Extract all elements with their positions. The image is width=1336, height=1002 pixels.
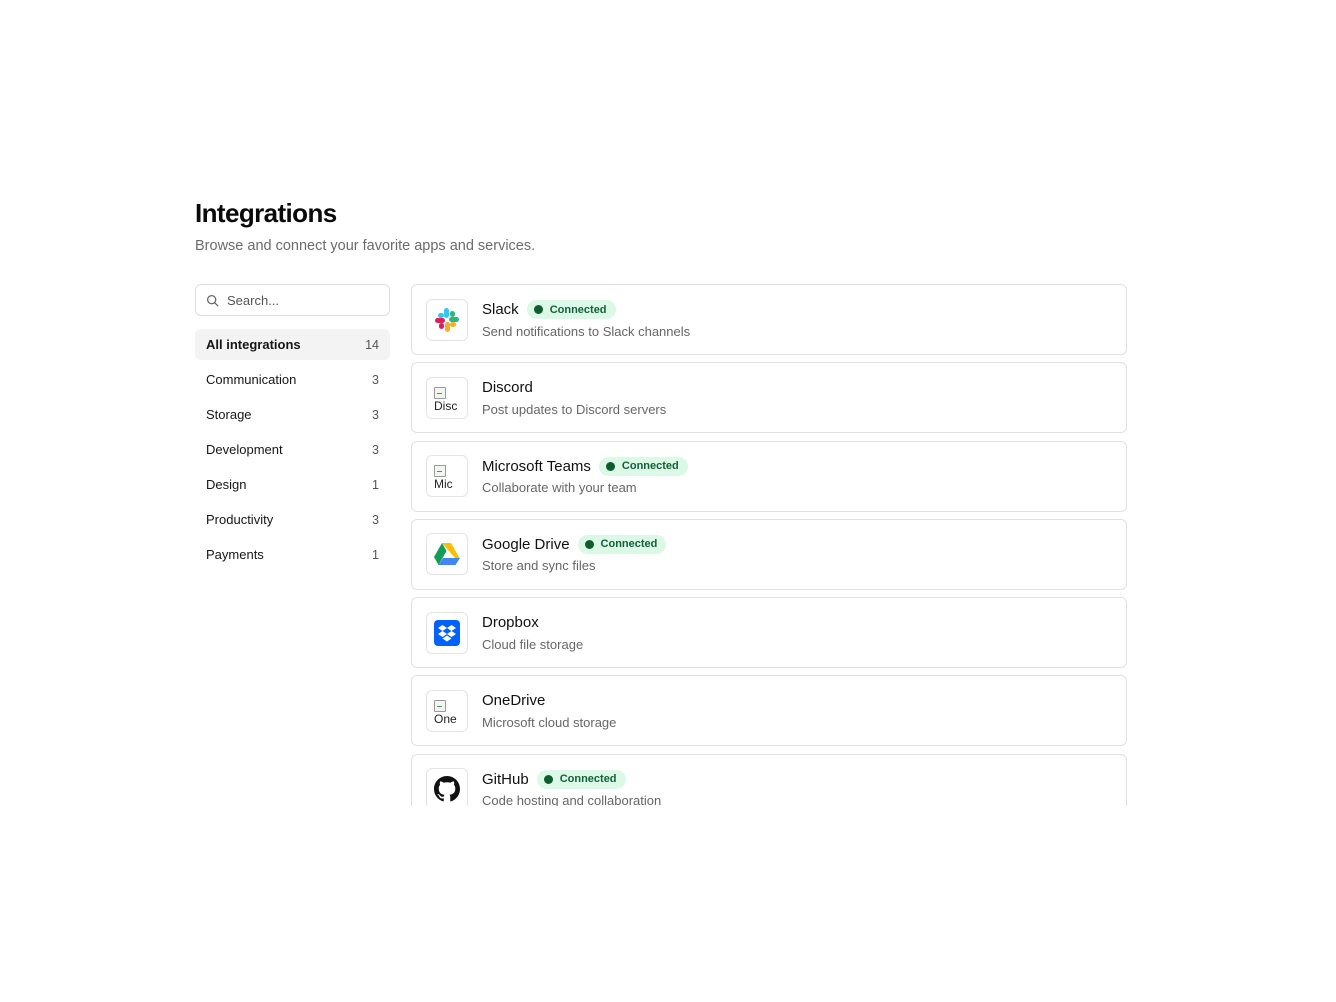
integration-description: Collaborate with your team: [482, 480, 637, 496]
broken-image-icon: One: [434, 698, 460, 724]
status-badge: Connected: [526, 300, 616, 319]
category-item-storage[interactable]: Storage 3: [195, 399, 390, 430]
category-label: Storage: [206, 407, 252, 422]
google-drive-icon: [434, 543, 460, 566]
integration-description: Post updates to Discord servers: [482, 401, 667, 417]
integration-card-dropbox[interactable]: Dropbox Cloud file storage: [411, 597, 1127, 669]
category-count: 14: [365, 337, 379, 352]
search-box[interactable]: [195, 284, 390, 316]
category-count: 3: [372, 407, 379, 422]
integration-description: Send notifications to Slack channels: [482, 323, 691, 339]
status-dot-icon: [584, 539, 594, 549]
category-count: 3: [372, 372, 379, 387]
image-placeholder-icon: [434, 465, 446, 478]
slack-icon: [435, 307, 459, 332]
search-input[interactable]: [227, 292, 379, 308]
integration-name: Microsoft Teams: [482, 457, 591, 475]
integration-name: Dropbox: [482, 614, 539, 632]
status-badge-label: Connected: [559, 773, 617, 786]
status-badge-label: Connected: [549, 303, 607, 316]
status-dot-icon: [543, 774, 553, 784]
status-dot-icon: [533, 305, 543, 314]
page-subtitle: Browse and connect your favorite apps an…: [195, 238, 536, 254]
category-count: 1: [372, 547, 379, 562]
integration-logo: [426, 298, 468, 341]
integration-card-onedrive[interactable]: One OneDrive Microsoft cloud storage: [411, 675, 1127, 747]
integration-card-slack[interactable]: Slack Connected Send notifications to Sl…: [411, 284, 1127, 355]
integration-logo: [426, 533, 468, 576]
category-count: 3: [372, 442, 379, 457]
integration-name: OneDrive: [482, 692, 546, 710]
integration-name: Google Drive: [482, 535, 570, 553]
category-count: 1: [372, 477, 379, 492]
status-badge-label: Connected: [600, 538, 658, 551]
integrations-page: Integrations Browse and connect your fav…: [195, 196, 1127, 806]
integration-logo: One: [426, 689, 468, 732]
status-badge: Connected: [536, 769, 626, 789]
integration-description: Store and sync files: [482, 558, 596, 574]
category-label: Design: [206, 477, 247, 492]
category-list: All integrations 14 Communication 3 Stor…: [195, 329, 390, 570]
category-item-development[interactable]: Development 3: [195, 434, 390, 465]
image-alt-text: One: [434, 711, 457, 724]
integration-name: GitHub: [482, 770, 529, 788]
github-icon: [434, 776, 460, 802]
integration-card-github[interactable]: GitHub Connected Code hosting and collab…: [411, 753, 1127, 806]
category-label: All integrations: [206, 337, 301, 352]
page-title: Integrations: [195, 198, 337, 228]
integration-list: Slack Connected Send notifications to Sl…: [411, 284, 1127, 806]
category-item-payments[interactable]: Payments 1: [195, 539, 390, 570]
integration-card-discord[interactable]: Disc Discord Post updates to Discord ser…: [411, 362, 1127, 434]
integration-logo: [426, 611, 468, 654]
integration-card-google-drive[interactable]: Google Drive Connected Store and sync fi…: [411, 518, 1127, 590]
category-item-design[interactable]: Design 1: [195, 469, 390, 500]
integration-card-microsoft-teams[interactable]: Mic Microsoft Teams Connected Collaborat…: [411, 440, 1127, 512]
search-icon: [206, 294, 219, 306]
image-placeholder-icon: [434, 386, 446, 399]
category-item-all-integrations[interactable]: All integrations 14: [195, 329, 390, 360]
dropbox-icon: [434, 619, 460, 646]
category-count: 3: [372, 512, 379, 527]
category-sidebar: All integrations 14 Communication 3 Stor…: [195, 284, 390, 574]
category-label: Payments: [206, 547, 264, 562]
status-badge: Connected: [577, 534, 667, 554]
category-label: Communication: [206, 372, 297, 387]
image-alt-text: Mic: [434, 477, 453, 490]
integration-description: Code hosting and collaboration: [482, 793, 662, 806]
integration-description: Cloud file storage: [482, 636, 584, 652]
category-item-productivity[interactable]: Productivity 3: [195, 504, 390, 535]
integration-name: Slack: [482, 301, 519, 318]
category-label: Productivity: [206, 512, 274, 527]
category-label: Development: [206, 442, 283, 457]
broken-image-icon: Mic: [434, 463, 460, 489]
integration-logo: Disc: [426, 376, 468, 419]
status-badge: Connected: [598, 456, 688, 476]
image-placeholder-icon: [434, 699, 446, 712]
status-dot-icon: [605, 461, 615, 471]
category-item-communication[interactable]: Communication 3: [195, 364, 390, 395]
broken-image-icon: Disc: [434, 385, 460, 411]
status-badge-label: Connected: [621, 460, 679, 473]
integration-name: Discord: [482, 379, 533, 397]
image-alt-text: Disc: [434, 398, 458, 411]
integration-logo: Mic: [426, 455, 468, 498]
integration-description: Microsoft cloud storage: [482, 714, 617, 730]
integration-logo: [426, 768, 468, 806]
